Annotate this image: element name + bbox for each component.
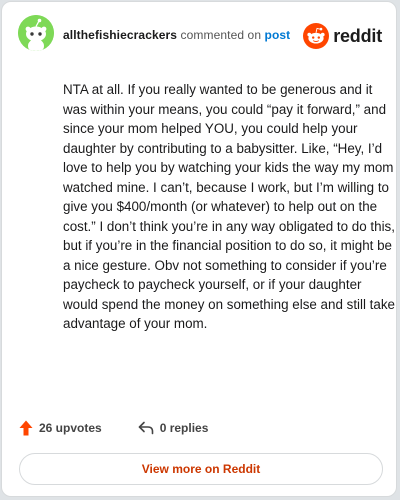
comment-header: allthefishiecrackers commented on post <box>63 28 290 42</box>
reddit-logo[interactable]: reddit <box>303 23 382 49</box>
upvotes-stat[interactable]: 26 upvotes <box>19 420 102 436</box>
replies-count: 0 replies <box>159 421 209 435</box>
view-more-button[interactable]: View more on Reddit <box>19 453 383 485</box>
upvotes-count: 26 upvotes <box>39 421 102 435</box>
username-link[interactable]: allthefishiecrackers <box>63 28 177 42</box>
action-text: commented on <box>180 28 262 42</box>
reddit-logo-icon <box>303 23 330 49</box>
user-avatar[interactable] <box>18 15 54 51</box>
upvote-arrow-icon <box>19 420 33 436</box>
snoo-avatar-icon <box>18 15 54 51</box>
comment-card: allthefishiecrackers commented on post r… <box>1 1 397 497</box>
reddit-wordmark: reddit <box>333 25 382 46</box>
replies-stat[interactable]: 0 replies <box>138 421 209 435</box>
comment-stats: 26 upvotes 0 replies <box>19 420 208 436</box>
post-link[interactable]: post <box>265 28 291 42</box>
comment-body: NTA at all. If you really wanted to be g… <box>63 82 395 331</box>
reply-icon <box>138 421 154 435</box>
